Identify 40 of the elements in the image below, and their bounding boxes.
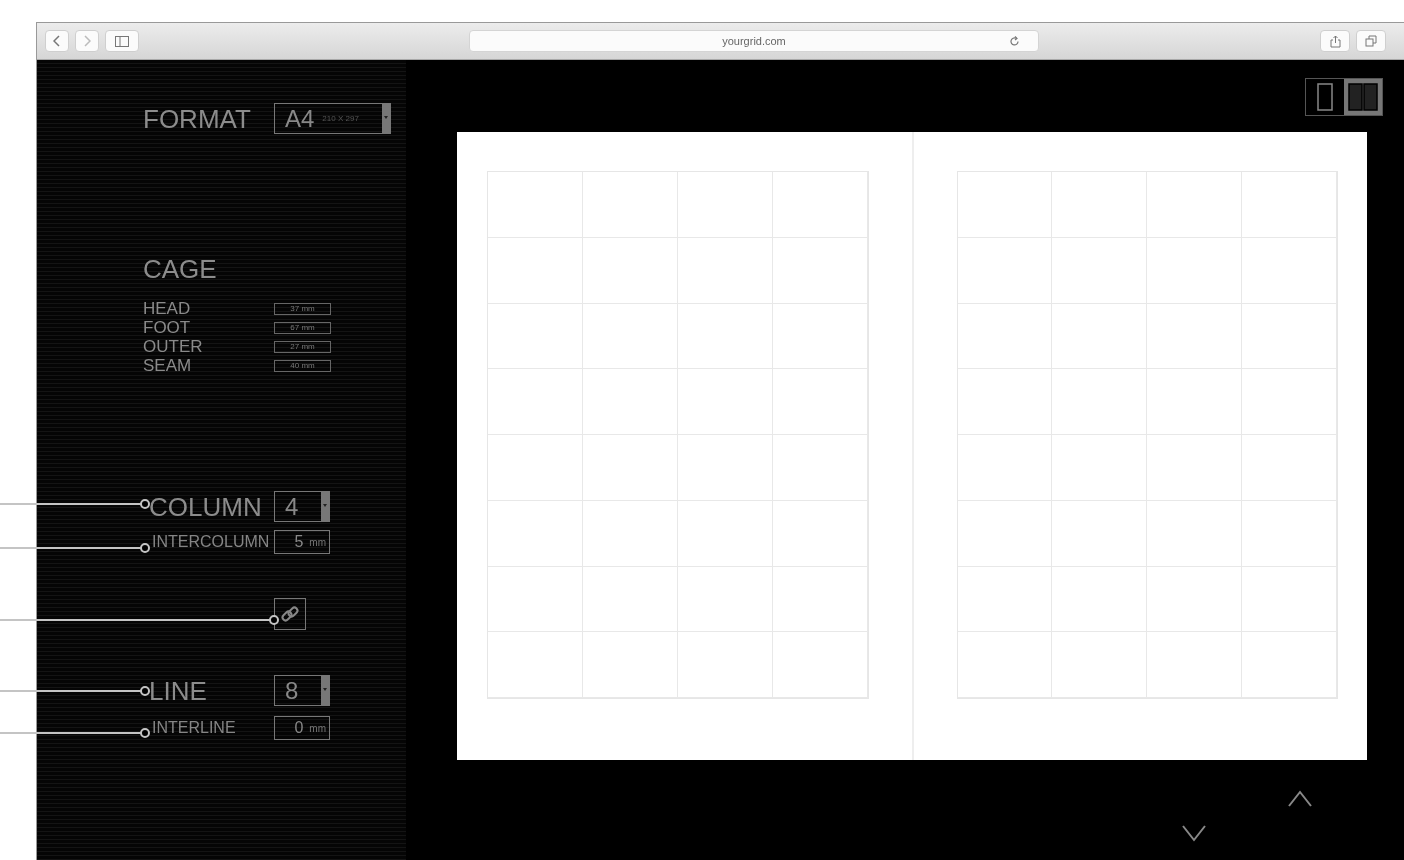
single-page-icon xyxy=(1317,83,1333,111)
setting-label: SEAM xyxy=(143,356,193,375)
reload-icon xyxy=(1009,35,1020,47)
setting-label: LINE xyxy=(148,675,208,706)
chevron-down-icon xyxy=(1181,824,1207,842)
dropdown[interactable]: A4 210 X 297 xyxy=(274,103,391,134)
setting-label: FORMAT xyxy=(143,103,252,134)
chevron-up-icon xyxy=(1287,790,1313,808)
setting-label: INTERLINE xyxy=(151,719,237,737)
back-icon xyxy=(53,35,61,47)
setting-label: OUTER xyxy=(143,337,204,356)
two-page-icon xyxy=(1348,83,1378,111)
address-bar[interactable]: yourgrid.com xyxy=(469,30,1039,52)
scroll-down-button[interactable] xyxy=(1181,824,1207,842)
input-field[interactable]: 37 mm xyxy=(274,302,331,315)
caret-icon xyxy=(321,676,329,705)
sidebar-button[interactable] xyxy=(105,30,139,52)
input-field[interactable]: 5 mm xyxy=(274,530,330,554)
dropdown[interactable]: 4 xyxy=(274,491,330,522)
caret-icon xyxy=(382,104,390,133)
input-field[interactable]: 0 mm xyxy=(274,716,330,740)
view-mode-button[interactable] xyxy=(1344,79,1382,115)
setting-label: HEAD xyxy=(143,299,192,318)
input-field[interactable]: 40 mm xyxy=(274,359,331,372)
scroll-up-button[interactable] xyxy=(1287,790,1313,808)
sidebar-icon xyxy=(115,35,129,47)
input-field[interactable]: 67 mm xyxy=(274,321,331,334)
share-icon xyxy=(1329,34,1341,48)
section-title: CAGE xyxy=(143,254,218,285)
dropdown[interactable]: 8 xyxy=(274,675,330,706)
setting-label: FOOT xyxy=(143,318,192,337)
url-text: yourgrid.com xyxy=(722,35,786,47)
forward-icon xyxy=(83,35,91,47)
link-button[interactable] xyxy=(274,598,306,630)
tabs-icon xyxy=(1365,35,1377,47)
setting-label: INTERCOLUMN xyxy=(151,533,271,551)
chain-link-icon xyxy=(279,603,301,625)
setting-label: COLUMN xyxy=(148,491,263,522)
input-field[interactable]: 27 mm xyxy=(274,340,331,353)
caret-icon xyxy=(321,492,329,521)
